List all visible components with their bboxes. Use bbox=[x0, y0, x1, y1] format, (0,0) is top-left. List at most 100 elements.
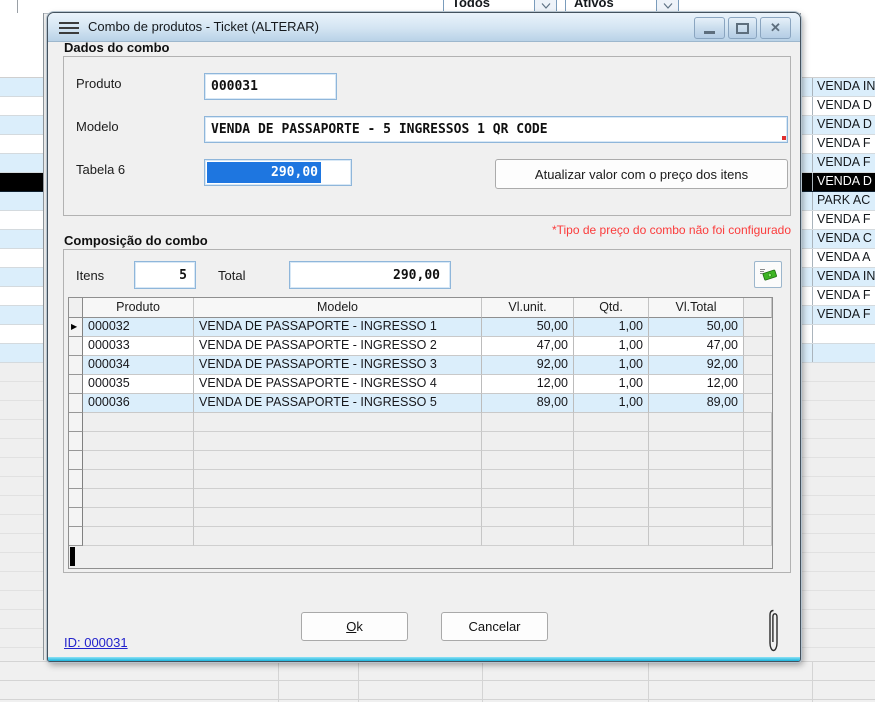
row-gutter bbox=[69, 413, 83, 432]
cell-qtd[interactable]: 1,00 bbox=[574, 318, 649, 337]
background-list-label: VENDA IN bbox=[813, 78, 875, 96]
background-list-row[interactable]: VENDA A bbox=[801, 249, 875, 268]
cell-qtd[interactable]: 1,00 bbox=[574, 394, 649, 413]
background-list-label: VENDA A bbox=[813, 249, 875, 267]
ok-button[interactable]: Ok bbox=[301, 612, 408, 641]
total-field[interactable]: 290,00 bbox=[289, 261, 451, 289]
empty-cell bbox=[194, 451, 482, 470]
background-list-row[interactable]: VENDA F bbox=[801, 306, 875, 325]
cell-modelo[interactable]: VENDA DE PASSAPORTE - INGRESSO 5 bbox=[194, 394, 482, 413]
cell-modelo[interactable]: VENDA DE PASSAPORTE - INGRESSO 3 bbox=[194, 356, 482, 375]
column-header[interactable]: Vl.Total bbox=[649, 298, 744, 318]
row-gutter bbox=[69, 356, 83, 375]
column-header[interactable]: Produto bbox=[83, 298, 194, 318]
background-list-row[interactable]: VENDA F bbox=[801, 135, 875, 154]
tabela6-selected-value: 290,00 bbox=[207, 162, 321, 183]
close-button[interactable]: ✕ bbox=[760, 17, 791, 39]
cell-produto[interactable]: 000036 bbox=[83, 394, 194, 413]
background-product-list: VENDA INVENDA DVENDA DVENDA FVENDA FVEND… bbox=[800, 13, 875, 660]
cell-vl-total[interactable]: 47,00 bbox=[649, 337, 744, 356]
table-row[interactable]: 000035VENDA DE PASSAPORTE - INGRESSO 412… bbox=[69, 375, 772, 394]
background-list-row[interactable]: VENDA F bbox=[801, 154, 875, 173]
column-header[interactable]: Vl.unit. bbox=[482, 298, 574, 318]
cell-qtd[interactable]: 1,00 bbox=[574, 375, 649, 394]
modelo-field[interactable]: VENDA DE PASSAPORTE - 5 INGRESSOS 1 QR C… bbox=[204, 116, 788, 143]
empty-cell bbox=[194, 489, 482, 508]
cancel-button[interactable]: Cancelar bbox=[441, 612, 548, 641]
id-link[interactable]: ID: 000031 bbox=[64, 635, 128, 650]
cell-vl-total[interactable]: 12,00 bbox=[649, 375, 744, 394]
cell-vl-unit[interactable]: 89,00 bbox=[482, 394, 574, 413]
atualizar-valor-button[interactable]: Atualizar valor com o preço dos itens bbox=[495, 159, 788, 189]
cell-filler bbox=[744, 527, 772, 546]
background-list-row[interactable] bbox=[801, 325, 875, 344]
cell-vl-total[interactable]: 50,00 bbox=[649, 318, 744, 337]
table-row[interactable]: 000033VENDA DE PASSAPORTE - INGRESSO 247… bbox=[69, 337, 772, 356]
background-list-row[interactable]: VENDA D bbox=[801, 116, 875, 135]
produto-field[interactable]: 000031 bbox=[204, 73, 337, 100]
background-list-row[interactable]: VENDA F bbox=[801, 287, 875, 306]
column-header[interactable]: Modelo bbox=[194, 298, 482, 318]
background-grid-row bbox=[0, 268, 43, 287]
background-top-divider bbox=[17, 0, 18, 13]
table-row[interactable]: 000036VENDA DE PASSAPORTE - INGRESSO 589… bbox=[69, 394, 772, 413]
minimize-button[interactable] bbox=[694, 17, 725, 39]
background-list-cell bbox=[801, 78, 813, 96]
cell-modelo[interactable]: VENDA DE PASSAPORTE - INGRESSO 1 bbox=[194, 318, 482, 337]
background-list-row[interactable]: VENDA C bbox=[801, 230, 875, 249]
cell-produto[interactable]: 000035 bbox=[83, 375, 194, 394]
maximize-button[interactable] bbox=[728, 17, 757, 39]
background-gridline bbox=[0, 699, 875, 700]
background-list-row[interactable]: VENDA IN bbox=[801, 268, 875, 287]
minimize-icon bbox=[704, 31, 715, 34]
row-gutter bbox=[69, 508, 83, 527]
table-row[interactable]: 000034VENDA DE PASSAPORTE - INGRESSO 392… bbox=[69, 356, 772, 375]
background-list-cell bbox=[801, 344, 813, 362]
background-list-row[interactable]: VENDA F bbox=[801, 211, 875, 230]
background-list-label: PARK AC bbox=[813, 192, 875, 210]
itens-field[interactable]: 5 bbox=[134, 261, 196, 289]
cell-vl-unit[interactable]: 12,00 bbox=[482, 375, 574, 394]
empty-cell bbox=[194, 470, 482, 489]
table-header-filler bbox=[744, 298, 772, 318]
chevron-down-icon[interactable] bbox=[656, 0, 678, 12]
cell-modelo[interactable]: VENDA DE PASSAPORTE - INGRESSO 4 bbox=[194, 375, 482, 394]
chevron-down-icon[interactable] bbox=[534, 0, 556, 12]
update-items-price-icon-button[interactable] bbox=[754, 261, 782, 288]
background-gridline bbox=[0, 680, 875, 681]
background-list-row[interactable] bbox=[801, 344, 875, 363]
background-list-row[interactable]: VENDA D bbox=[801, 173, 875, 192]
background-list-row[interactable]: VENDA D bbox=[801, 97, 875, 116]
banknote-icon bbox=[759, 267, 777, 282]
column-header[interactable]: Qtd. bbox=[574, 298, 649, 318]
dados-combo-legend: Dados do combo bbox=[64, 40, 169, 55]
row-gutter bbox=[69, 337, 83, 356]
background-list-row[interactable]: PARK AC bbox=[801, 192, 875, 211]
background-gridline bbox=[358, 661, 359, 702]
modelo-label: Modelo bbox=[76, 119, 119, 134]
tabela6-field[interactable]: 290,00 bbox=[204, 159, 352, 186]
composicao-combo-legend: Composição do combo bbox=[64, 233, 208, 248]
table-row[interactable]: ▶000032VENDA DE PASSAPORTE - INGRESSO 15… bbox=[69, 318, 772, 337]
cell-produto[interactable]: 000032 bbox=[83, 318, 194, 337]
empty-cell bbox=[83, 451, 194, 470]
background-grid-row bbox=[0, 230, 43, 249]
menu-icon[interactable] bbox=[59, 22, 79, 37]
table-header-row: ProdutoModeloVl.unit.Qtd.Vl.Total bbox=[69, 298, 772, 318]
cell-qtd[interactable]: 1,00 bbox=[574, 356, 649, 375]
background-list-row[interactable]: VENDA IN bbox=[801, 78, 875, 97]
cell-vl-unit[interactable]: 92,00 bbox=[482, 356, 574, 375]
cell-vl-unit[interactable]: 47,00 bbox=[482, 337, 574, 356]
cell-vl-unit[interactable]: 50,00 bbox=[482, 318, 574, 337]
background-list-cell bbox=[801, 268, 813, 286]
dialog-titlebar[interactable]: Combo de produtos - Ticket (ALTERAR) ✕ bbox=[48, 13, 800, 42]
cell-vl-total[interactable]: 89,00 bbox=[649, 394, 744, 413]
cell-produto[interactable]: 000034 bbox=[83, 356, 194, 375]
cell-modelo[interactable]: VENDA DE PASSAPORTE - INGRESSO 2 bbox=[194, 337, 482, 356]
empty-cell bbox=[194, 508, 482, 527]
empty-cell bbox=[83, 508, 194, 527]
cell-produto[interactable]: 000033 bbox=[83, 337, 194, 356]
cell-qtd[interactable]: 1,00 bbox=[574, 337, 649, 356]
cell-vl-total[interactable]: 92,00 bbox=[649, 356, 744, 375]
background-list-label bbox=[813, 325, 875, 343]
